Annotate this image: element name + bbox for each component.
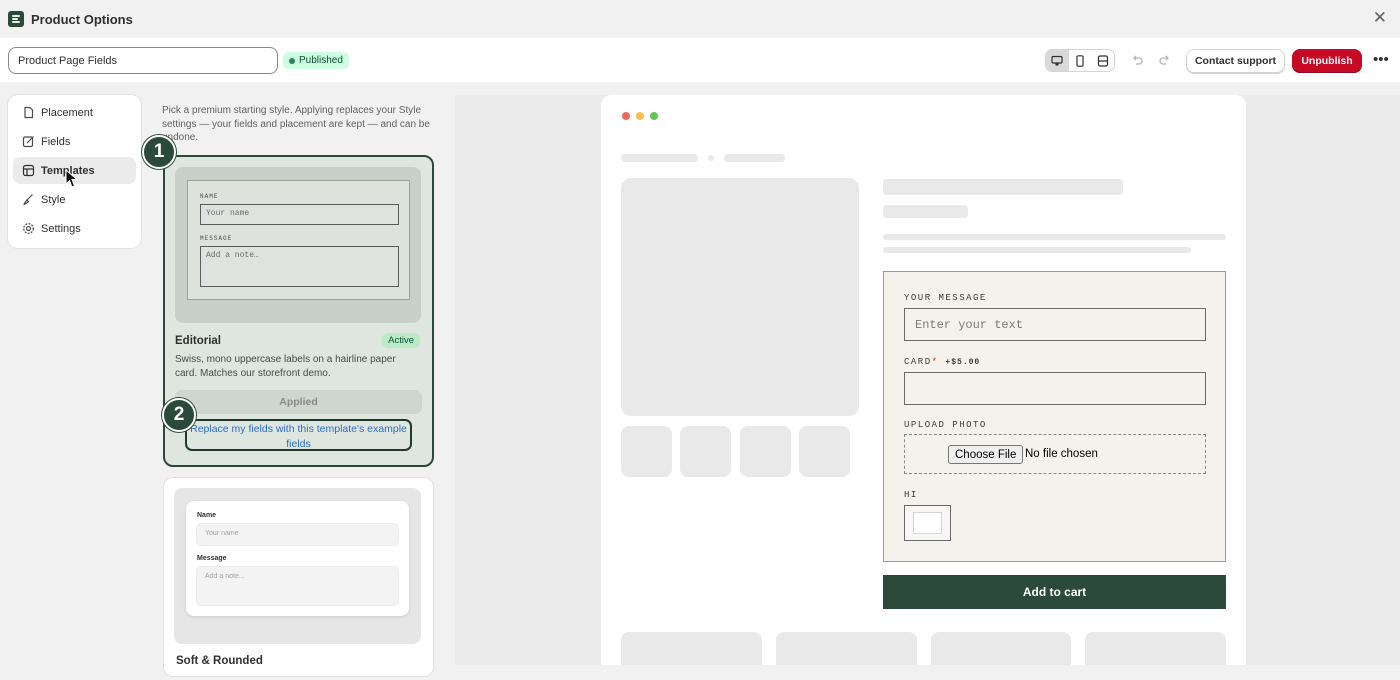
preview-paper-card: NAME Your name MESSAGE Add a note… [187, 180, 410, 300]
add-to-cart-button[interactable]: Add to cart [883, 575, 1226, 609]
image-thumbnail-icon [913, 512, 942, 534]
gear-icon [23, 223, 34, 234]
sidebar-item-label: Templates [41, 164, 95, 177]
window-maximize-dot [650, 112, 658, 120]
edit-icon [22, 136, 34, 148]
preview-textarea: Add a note… [200, 246, 399, 287]
contact-support-button[interactable]: Contact support [1186, 49, 1285, 73]
sidebar-item-label: Settings [41, 222, 81, 235]
template-card-soft-rounded[interactable]: Name Your name Message Add a note... Sof… [163, 477, 434, 677]
preview-label: Name [197, 512, 217, 519]
field-label: UPLOAD PHOTO [904, 420, 987, 430]
field-label: HI [904, 490, 918, 500]
template-name: Soft & Rounded [176, 655, 263, 667]
page-icon [24, 106, 34, 119]
sidebar-item-label: Fields [41, 135, 71, 148]
title-bar: Product Options ✕ [0, 0, 1400, 38]
template-preview: Name Your name Message Add a note... [174, 488, 421, 644]
field-label: CARD* +$5.00 [904, 357, 980, 367]
app-logo-icon [8, 11, 24, 27]
file-status: No file chosen [1025, 448, 1098, 460]
template-card-editorial[interactable]: NAME Your name MESSAGE Add a note… Edito… [163, 155, 434, 467]
storefront-preview: YOUR MESSAGE CARD* +$5.00 UPLOAD PHOTO C… [601, 95, 1246, 665]
product-options-form: YOUR MESSAGE CARD* +$5.00 UPLOAD PHOTO C… [883, 271, 1226, 562]
preview-textarea: Add a note... [196, 566, 399, 606]
active-badge: Active [382, 333, 420, 348]
preview-label: Message [197, 555, 227, 562]
preview-label: NAME [200, 193, 219, 200]
applied-button[interactable]: Applied [175, 390, 422, 414]
product-image-placeholder [621, 178, 859, 416]
mobile-view-button[interactable] [1069, 50, 1092, 71]
product-title-placeholder [883, 179, 1123, 195]
sidebar-item-templates[interactable]: Templates [13, 157, 136, 184]
sidebar-item-label: Style [41, 193, 66, 206]
unpublish-button[interactable]: Unpublish [1292, 49, 1362, 73]
templates-description: Pick a premium starting style. Applying … [162, 105, 430, 143]
replace-fields-link[interactable]: Replace my fields with this template's e… [185, 419, 412, 451]
step-marker-1: 1 [142, 135, 176, 169]
close-icon[interactable]: ✕ [1373, 9, 1387, 26]
expand-icon [1097, 54, 1108, 67]
upload-dropzone[interactable]: Choose File No file chosen [904, 434, 1206, 474]
price-addon: +$5.00 [945, 358, 981, 367]
desktop-icon [1051, 55, 1063, 65]
status-badge: Published [283, 52, 349, 69]
template-name: Editorial [175, 335, 222, 347]
sidebar-nav: Placement Fields Templates Style Setting… [8, 95, 141, 248]
card-label: CARD [904, 357, 932, 367]
sidebar-item-style[interactable]: Style [13, 186, 136, 213]
template-preview: NAME Your name MESSAGE Add a note… [175, 167, 421, 323]
image-swatch-option[interactable] [904, 505, 951, 541]
page-name-input[interactable] [8, 47, 278, 74]
description-placeholder [883, 234, 1226, 240]
redo-icon[interactable] [1158, 53, 1172, 67]
required-marker: * [931, 357, 939, 367]
app-title: Product Options [31, 12, 133, 27]
more-actions-icon[interactable]: ••• [1373, 52, 1389, 67]
preview-label: MESSAGE [200, 235, 233, 242]
breadcrumb-placeholder [724, 154, 785, 162]
preview-input: Your name [196, 523, 399, 546]
related-product-placeholder [776, 632, 917, 665]
fullscreen-view-button[interactable] [1091, 50, 1114, 71]
breadcrumb-placeholder [621, 154, 698, 162]
thumbnail-placeholder [799, 426, 850, 477]
sidebar-item-placement[interactable]: Placement [13, 99, 136, 126]
breadcrumb-separator [708, 155, 714, 161]
sidebar-item-settings[interactable]: Settings [13, 215, 136, 242]
preview-card: Name Your name Message Add a note... [186, 501, 409, 616]
thumbnail-placeholder [621, 426, 672, 477]
desktop-view-button[interactable] [1046, 50, 1069, 71]
toolbar: Published Contact support Unpublish ••• [0, 38, 1400, 82]
brush-icon [23, 194, 33, 206]
price-placeholder [883, 205, 968, 218]
status-badge-label: Published [299, 55, 343, 66]
window-minimize-dot [636, 112, 644, 120]
preview-input: Your name [200, 204, 399, 225]
undo-icon[interactable] [1130, 53, 1144, 67]
template-icon [22, 164, 35, 177]
choose-file-button[interactable]: Choose File [948, 445, 1024, 464]
thumbnail-placeholder [680, 426, 731, 477]
related-product-placeholder [931, 632, 1071, 665]
sidebar-item-fields[interactable]: Fields [13, 128, 136, 155]
template-description: Swiss, mono uppercase labels on a hairli… [175, 354, 396, 379]
sidebar-item-label: Placement [41, 106, 93, 119]
description-placeholder [883, 247, 1191, 253]
related-product-placeholder [621, 632, 762, 665]
message-input[interactable] [904, 308, 1206, 341]
card-input[interactable] [904, 372, 1206, 405]
device-toggle-group [1045, 49, 1115, 72]
window-close-dot [622, 112, 630, 120]
status-dot-icon [289, 57, 295, 64]
related-product-placeholder [1085, 632, 1226, 665]
step-marker-2: 2 [162, 398, 196, 432]
thumbnail-placeholder [740, 426, 791, 477]
mobile-icon [1076, 54, 1084, 67]
field-label: YOUR MESSAGE [904, 293, 987, 303]
